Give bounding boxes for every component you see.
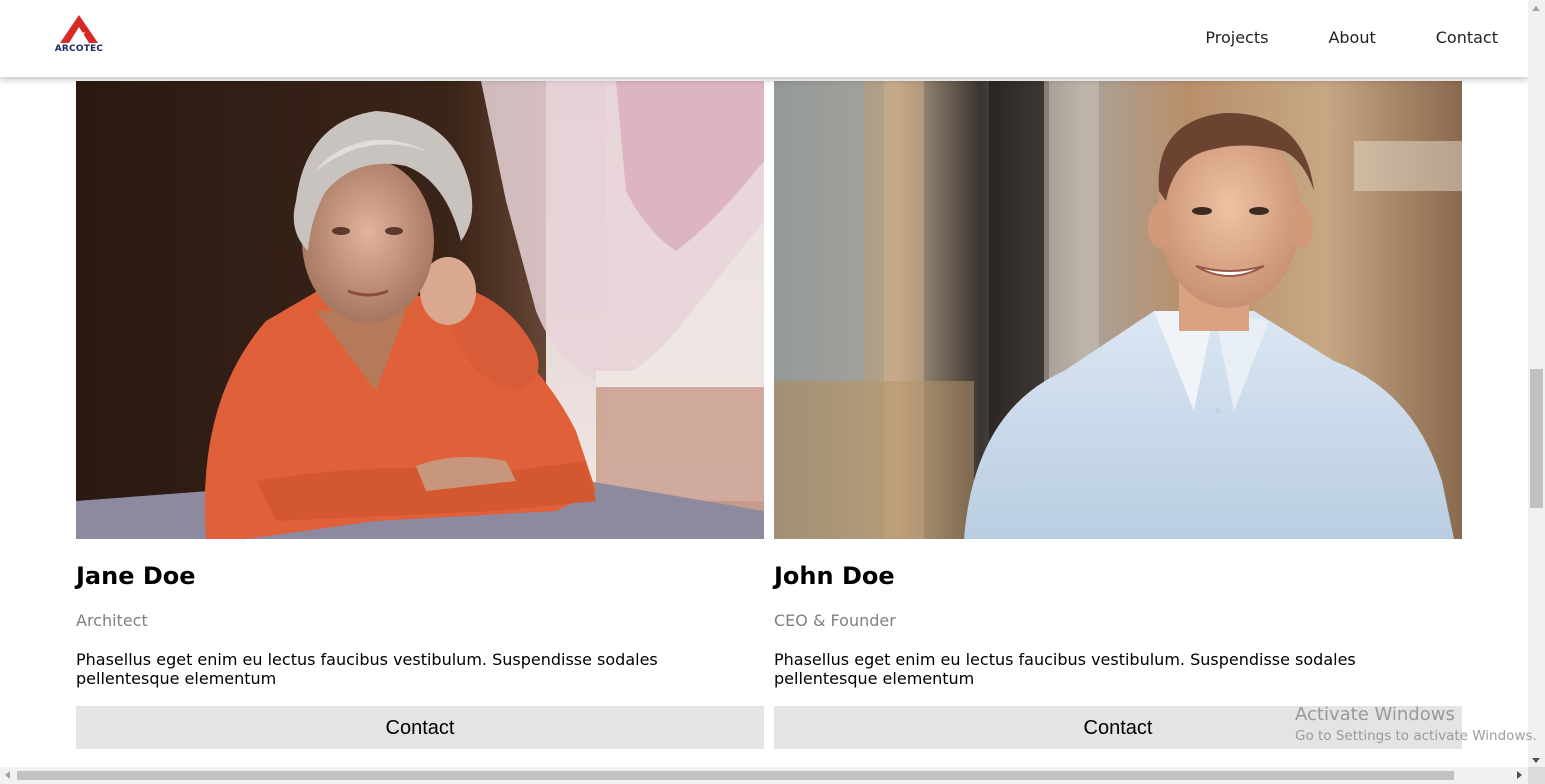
main-nav: Projects About Contact: [1145, 28, 1498, 47]
scrollbar-corner: [1528, 767, 1545, 784]
nav-link-contact[interactable]: Contact: [1436, 28, 1498, 47]
site-header: ARCOTEC Projects About Contact: [0, 0, 1528, 77]
horizontal-scroll-thumb[interactable]: [17, 771, 1454, 780]
logo-mark-icon: [60, 15, 98, 43]
team-member-name: John Doe: [774, 562, 895, 590]
contact-button[interactable]: Contact: [774, 706, 1462, 749]
team-member-title: Architect: [76, 611, 148, 630]
team-photo-jane: [76, 81, 764, 539]
scroll-down-arrow-icon[interactable]: [1532, 758, 1540, 763]
scroll-left-arrow-icon[interactable]: [5, 771, 10, 779]
scroll-right-arrow-icon[interactable]: [1517, 771, 1522, 779]
arcotec-logo[interactable]: ARCOTEC: [46, 14, 112, 58]
contact-button[interactable]: Contact: [76, 706, 764, 749]
team-member-description: Phasellus eget enim eu lectus faucibus v…: [76, 650, 658, 688]
vertical-scrollbar[interactable]: [1528, 0, 1545, 784]
logo-text: ARCOTEC: [54, 44, 104, 54]
nav-link-projects[interactable]: Projects: [1205, 28, 1268, 47]
team-member-description: Phasellus eget enim eu lectus faucibus v…: [774, 650, 1356, 688]
vertical-scroll-thumb[interactable]: [1530, 369, 1543, 508]
horizontal-scrollbar[interactable]: [0, 767, 1528, 784]
team-member-title: CEO & Founder: [774, 611, 896, 630]
team-photo-john: [774, 81, 1462, 539]
team-card-john: John Doe CEO & Founder Phasellus eget en…: [774, 81, 1462, 749]
team-member-name: Jane Doe: [76, 562, 196, 590]
scroll-up-arrow-icon[interactable]: [1532, 6, 1540, 11]
team-card-jane: Jane Doe Architect Phasellus eget enim e…: [76, 81, 764, 749]
nav-link-about[interactable]: About: [1328, 28, 1375, 47]
